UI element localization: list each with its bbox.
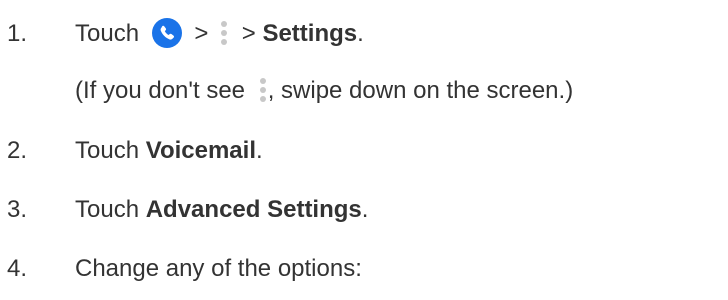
step-text: Touch Voicemail.: [75, 134, 263, 168]
note-prefix: (If you don't see: [75, 77, 246, 104]
phone-app-icon: [151, 17, 182, 48]
step-prefix: Touch: [75, 20, 140, 47]
more-options-icon: [259, 77, 266, 102]
step-prefix: Touch: [75, 137, 140, 164]
voicemail-label: Voicemail: [145, 137, 256, 164]
step-suffix: .: [361, 196, 369, 223]
step-number: 4.: [7, 255, 28, 282]
step-suffix: .: [256, 137, 263, 164]
advanced-settings-label: Advanced Settings: [145, 196, 362, 223]
settings-label: Settings: [262, 20, 358, 47]
step-number: 3.: [7, 196, 28, 223]
note-suffix: , swipe down on the screen.): [267, 77, 574, 104]
step-text: Touch Advanced Settings.: [75, 193, 368, 227]
step-prefix: Touch: [75, 196, 140, 223]
step-1-note: (If you don't see , swipe down on the sc…: [75, 74, 573, 108]
separator: >: [194, 20, 209, 47]
more-options-icon: [221, 20, 228, 45]
step-number: 2.: [7, 137, 28, 164]
separator: >: [241, 20, 256, 47]
step-text: Change any of the options:: [75, 255, 362, 282]
step-suffix: .: [357, 20, 364, 47]
step-text: Touch > > Settings.: [75, 17, 364, 51]
step-number: 1.: [7, 20, 28, 47]
